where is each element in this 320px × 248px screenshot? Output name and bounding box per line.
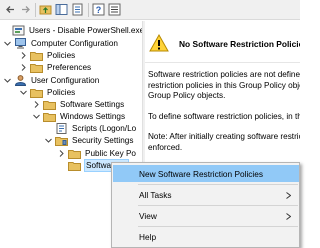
tree-item-computer-preferences[interactable]: Preferences [19, 61, 92, 74]
folder-icon [30, 50, 43, 61]
toolbar-separator [35, 3, 36, 17]
tree-item-label: Software Settings [60, 100, 125, 109]
up-folder-icon[interactable] [39, 3, 52, 16]
tree-item-label: Preferences [47, 63, 92, 72]
tree-item-label: Security Settings [72, 136, 134, 145]
chevron-right-icon[interactable] [57, 149, 66, 158]
tree-item-label: Windows Settings [60, 112, 126, 121]
note-line: Note: After initially creating software … [148, 132, 300, 141]
context-menu: New Software Restriction Policies All Ta… [111, 162, 300, 248]
chevron-down-icon[interactable] [3, 76, 12, 85]
properties-icon[interactable] [71, 3, 84, 16]
computer-icon [14, 38, 27, 49]
folder-icon [30, 87, 43, 98]
submenu-arrow-icon [286, 191, 292, 199]
user-icon [14, 75, 27, 86]
help-icon[interactable]: ? [92, 3, 105, 16]
details-header: No Software Restriction Policies [145, 21, 300, 63]
description-line: Group Policy objects. [148, 91, 226, 100]
folder-icon [43, 111, 56, 122]
security-icon [55, 135, 68, 146]
folder-icon [68, 148, 81, 159]
menu-item-label: Help [139, 231, 157, 242]
menu-item-view[interactable]: View [113, 207, 299, 224]
chevron-down-icon[interactable] [44, 136, 53, 145]
menu-separator [138, 184, 298, 185]
chevron-right-icon[interactable] [19, 63, 28, 72]
chevron-down-icon[interactable] [32, 112, 41, 121]
back-icon[interactable] [4, 3, 17, 16]
tree-item-gpo-root[interactable]: Users - Disable PowerShell.exe [ [1, 24, 142, 37]
folder-icon [30, 62, 43, 73]
menu-item-label: New Software Restriction Policies [139, 168, 264, 179]
show-hide-tree-icon[interactable] [55, 3, 68, 16]
description-line: Software restriction policies are not de… [148, 70, 300, 79]
tree-item-label: Policies [47, 88, 76, 97]
page-title: No Software Restriction Policies [179, 39, 300, 49]
instruction-line: To define software restriction policies,… [148, 112, 300, 121]
tree-item-label: Public Key Po [85, 149, 136, 158]
menu-separator [138, 205, 298, 206]
chevron-down-icon[interactable] [3, 39, 12, 48]
folder-icon [43, 99, 56, 110]
svg-text:?: ? [96, 5, 102, 15]
gpo-icon [12, 25, 25, 36]
folder-icon [68, 160, 81, 171]
menu-item-all-tasks[interactable]: All Tasks [113, 186, 299, 203]
chevron-right-icon[interactable] [32, 100, 41, 109]
note-line: enforced. [148, 143, 183, 152]
tree-item-label: User Configuration [31, 76, 100, 85]
submenu-arrow-icon [286, 212, 292, 220]
tree-item-security-settings[interactable]: Security Settings [44, 134, 134, 147]
toolbar-separator [88, 3, 89, 17]
menu-item-label: View [139, 210, 157, 221]
chevron-down-icon[interactable] [19, 88, 28, 97]
scripts-icon [55, 123, 68, 134]
warning-icon [149, 33, 169, 52]
menu-item-new-software-restriction-policies[interactable]: New Software Restriction Policies [113, 165, 299, 182]
tree-item-label: Policies [47, 51, 76, 60]
list-icon[interactable] [108, 3, 121, 16]
chevron-right-icon[interactable] [19, 51, 28, 60]
menu-item-help[interactable]: Help [113, 228, 299, 245]
forward-icon[interactable] [19, 3, 32, 16]
tree-item-label: Computer Configuration [31, 39, 118, 48]
menu-separator [138, 226, 298, 227]
toolbar: ? [0, 0, 300, 20]
tree-item-label: Users - Disable PowerShell.exe [ [29, 26, 142, 35]
tree-item-label: Scripts (Logon/Lo [72, 124, 137, 133]
menu-item-label: All Tasks [139, 189, 172, 200]
description-line: restriction policies in this Group Polic… [148, 81, 300, 90]
